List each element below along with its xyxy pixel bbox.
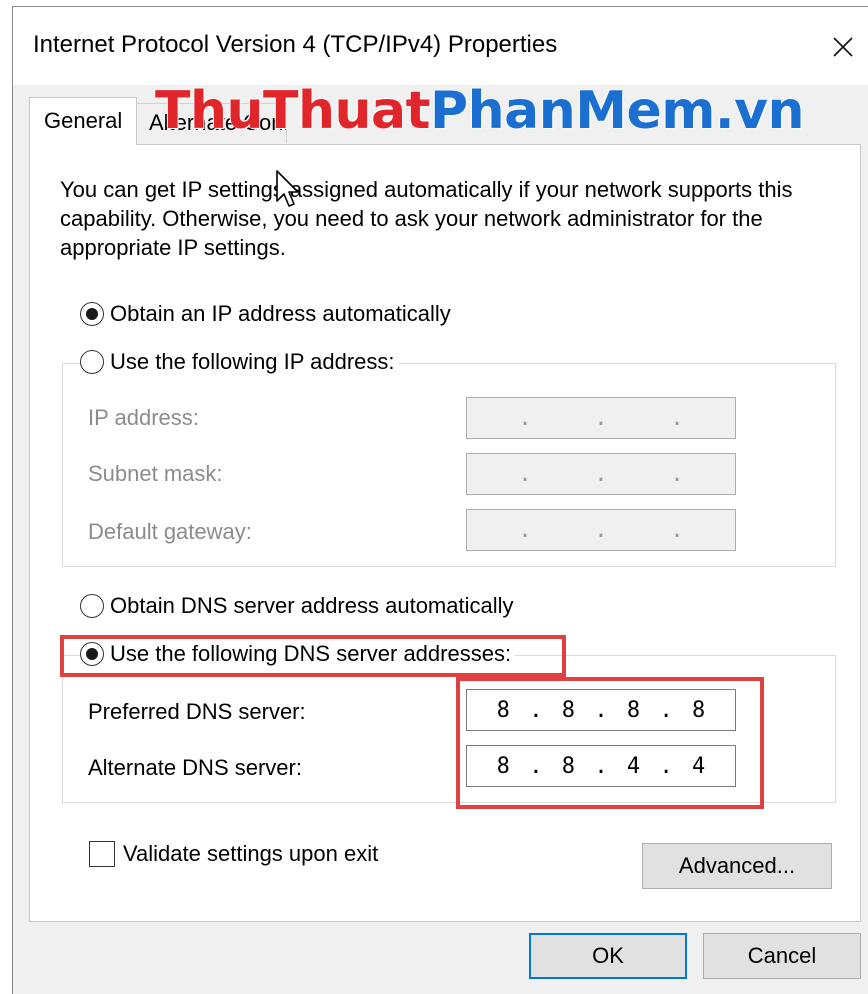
ok-button[interactable]: OK	[529, 933, 687, 979]
validate-settings-label: Validate settings upon exit	[123, 841, 379, 866]
use-following-dns-radio[interactable]	[80, 642, 104, 666]
use-following-ip-label: Use the following IP address:	[110, 349, 395, 374]
advanced-button[interactable]: Advanced...	[642, 843, 832, 889]
watermark-part1: ThuThuat	[155, 81, 430, 141]
ip-address-input: ...	[466, 397, 736, 439]
title-bar: Internet Protocol Version 4 (TCP/IPv4) P…	[13, 7, 868, 85]
default-gateway-label: Default gateway:	[88, 519, 252, 544]
mouse-cursor-icon	[276, 170, 299, 207]
window-title: Internet Protocol Version 4 (TCP/IPv4) P…	[33, 31, 558, 58]
preferred-dns-input[interactable]: 8.8.8.8	[466, 689, 736, 731]
validate-settings-option[interactable]: Validate settings upon exit	[89, 841, 378, 867]
close-button[interactable]	[821, 25, 865, 69]
alternate-dns-input[interactable]: 8.8.4.4	[466, 745, 736, 787]
obtain-ip-auto-option[interactable]: Obtain an IP address automatically	[80, 301, 455, 327]
close-icon	[833, 37, 853, 57]
subnet-mask-label: Subnet mask:	[88, 461, 223, 486]
alternate-dns-label: Alternate DNS server:	[88, 755, 302, 780]
obtain-ip-auto-radio[interactable]	[80, 302, 104, 326]
ip-address-label: IP address:	[88, 405, 199, 430]
use-following-ip-radio[interactable]	[80, 350, 104, 374]
obtain-dns-auto-option[interactable]: Obtain DNS server address automatically	[80, 593, 518, 619]
default-gateway-input: ...	[466, 509, 736, 551]
tcp-ipv4-properties-dialog: Internet Protocol Version 4 (TCP/IPv4) P…	[12, 6, 868, 994]
tab-general[interactable]: General	[29, 97, 137, 145]
obtain-dns-auto-label: Obtain DNS server address automatically	[110, 593, 514, 618]
intro-text: You can get IP settings assigned automat…	[60, 177, 793, 260]
watermark-logo: ThuThuatPhanMem.vn	[155, 81, 805, 141]
use-following-dns-option[interactable]: Use the following DNS server addresses:	[80, 641, 516, 667]
validate-settings-checkbox[interactable]	[89, 841, 115, 867]
watermark-part2: PhanMem.vn	[429, 81, 805, 141]
general-tab-panel: You can get IP settings assigned automat…	[29, 144, 861, 922]
obtain-dns-auto-radio[interactable]	[80, 594, 104, 618]
obtain-ip-auto-label: Obtain an IP address automatically	[110, 301, 451, 326]
preferred-dns-label: Preferred DNS server:	[88, 699, 306, 724]
cancel-button[interactable]: Cancel	[703, 933, 861, 979]
subnet-mask-input: ...	[466, 453, 736, 495]
use-following-ip-option[interactable]: Use the following IP address:	[80, 349, 399, 375]
use-following-dns-label: Use the following DNS server addresses:	[110, 641, 512, 666]
